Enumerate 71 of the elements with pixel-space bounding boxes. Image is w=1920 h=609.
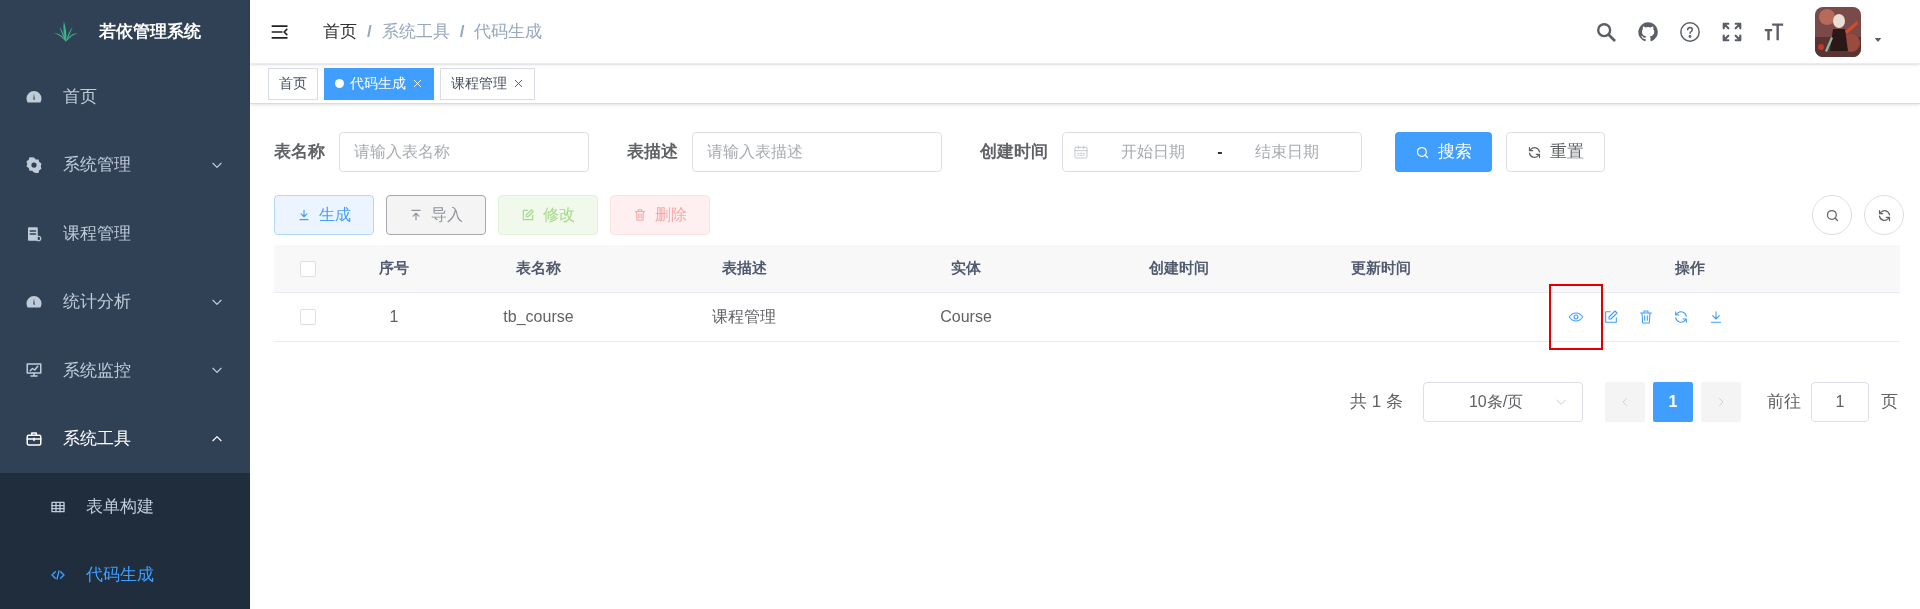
help-icon[interactable] bbox=[1679, 20, 1701, 43]
tab[interactable]: 课程管理 bbox=[440, 67, 535, 100]
submenu-item[interactable]: 代码生成 bbox=[0, 541, 250, 609]
edit-icon bbox=[1603, 309, 1619, 325]
table-cell: Course bbox=[940, 308, 992, 325]
table-icon bbox=[50, 499, 66, 515]
field-label: 表描述 bbox=[627, 141, 678, 164]
calendar-icon bbox=[1073, 144, 1089, 160]
edit-icon bbox=[521, 208, 535, 222]
breadcrumb-link[interactable]: 首页 bbox=[323, 18, 357, 45]
total-count: 共 1 条 bbox=[1350, 391, 1403, 414]
column-header: 表名称 bbox=[515, 258, 562, 279]
table-cell: 课程管理 bbox=[712, 308, 776, 325]
action-link[interactable] bbox=[1708, 309, 1724, 325]
table-cell: tb_course bbox=[503, 308, 574, 325]
breadcrumb-separator: / bbox=[459, 20, 465, 43]
column-header: 序号 bbox=[378, 258, 410, 279]
trash-icon bbox=[1638, 309, 1654, 325]
refresh-icon bbox=[1673, 309, 1689, 325]
breadcrumb-separator: / bbox=[367, 20, 372, 43]
goto-label: 前往 bbox=[1767, 391, 1801, 414]
input-field[interactable]: 请输入表描述 bbox=[692, 132, 942, 172]
menu-item[interactable]: 系统工具 bbox=[0, 404, 250, 473]
action-link[interactable] bbox=[1673, 309, 1689, 325]
column-header: 更新时间 bbox=[1350, 258, 1412, 279]
reset-button[interactable]: 重置 bbox=[1506, 132, 1605, 172]
page-size-select[interactable]: 10条/页 bbox=[1423, 382, 1583, 422]
monitor-icon bbox=[25, 361, 43, 380]
checkbox[interactable] bbox=[300, 309, 316, 325]
trash-icon bbox=[633, 208, 647, 222]
github-icon[interactable] bbox=[1637, 20, 1659, 43]
field-label: 创建时间 bbox=[980, 141, 1048, 164]
field-label: 表名称 bbox=[274, 141, 325, 164]
action-link[interactable] bbox=[1568, 309, 1584, 325]
table-cell: 1 bbox=[389, 308, 399, 325]
refresh-icon bbox=[1527, 144, 1542, 160]
search-icon[interactable] bbox=[1595, 20, 1617, 43]
date-range-field[interactable]: 开始日期 - 结束日期 bbox=[1062, 132, 1362, 172]
upload-icon bbox=[409, 208, 423, 222]
download-icon bbox=[1708, 309, 1724, 325]
eye-icon bbox=[1568, 309, 1584, 325]
menu-item[interactable]: 系统管理 bbox=[0, 130, 250, 200]
column-header: 创建时间 bbox=[1147, 258, 1210, 279]
breadcrumb-item: 代码生成 bbox=[474, 20, 543, 43]
column-header: 实体 bbox=[950, 258, 982, 279]
gear-icon bbox=[25, 156, 43, 175]
text-size-icon[interactable] bbox=[1763, 20, 1785, 43]
tab[interactable]: 首页 bbox=[268, 67, 318, 100]
close-icon[interactable] bbox=[513, 78, 524, 89]
action-link[interactable] bbox=[1638, 309, 1654, 325]
input-field[interactable]: 请输入表名称 bbox=[339, 132, 589, 172]
briefcase-icon bbox=[25, 429, 43, 448]
menu-item[interactable]: 统计分析 bbox=[0, 267, 250, 337]
checkbox[interactable] bbox=[300, 260, 316, 277]
menu-item[interactable]: 系统监控 bbox=[0, 336, 250, 405]
app-title: 若依管理系统 bbox=[99, 20, 201, 43]
menu-item[interactable]: 首页 bbox=[0, 62, 250, 131]
search-icon bbox=[1824, 207, 1840, 223]
column-header: 操作 bbox=[1674, 258, 1706, 279]
download-icon bbox=[297, 208, 311, 222]
breadcrumb-item: 系统工具 bbox=[381, 20, 450, 43]
page-input[interactable]: 1 bbox=[1811, 382, 1869, 422]
menu-item[interactable]: 课程管理 bbox=[0, 199, 250, 268]
fullscreen-icon[interactable] bbox=[1721, 20, 1743, 43]
action-link[interactable] bbox=[1603, 309, 1619, 325]
document-icon bbox=[25, 224, 43, 243]
search-icon bbox=[1415, 144, 1430, 160]
submenu-item[interactable]: 表单构建 bbox=[0, 473, 250, 541]
page-suffix: 页 bbox=[1881, 391, 1898, 414]
column-header: 表描述 bbox=[720, 258, 768, 279]
refresh-icon bbox=[1876, 207, 1892, 223]
